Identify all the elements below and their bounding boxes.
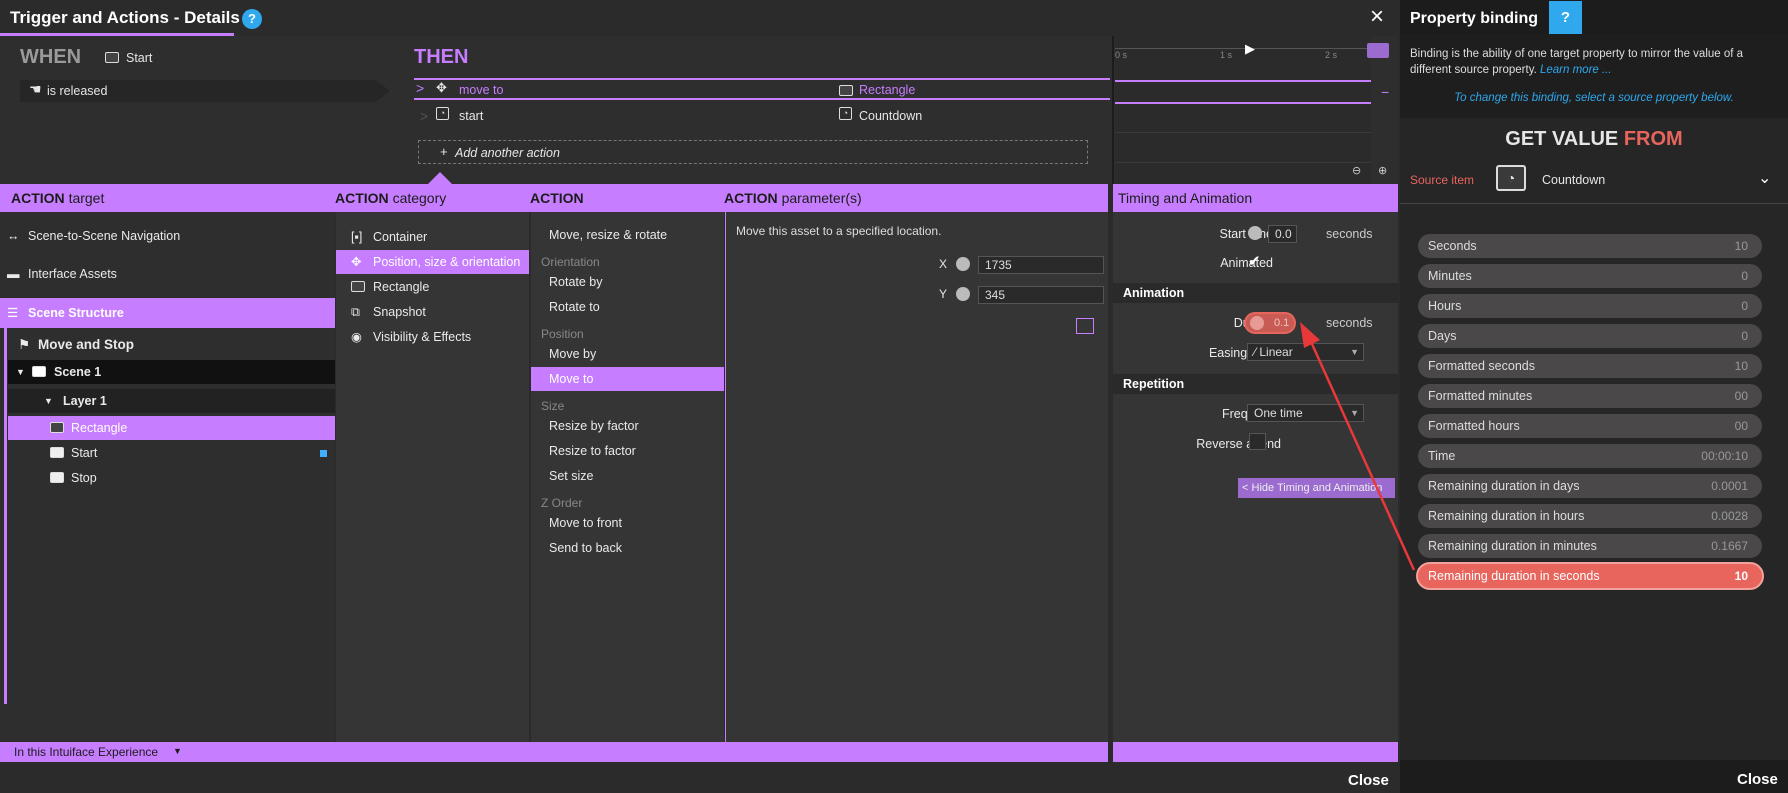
annotation-arrow <box>1300 322 1416 571</box>
arrow-head <box>1300 322 1320 348</box>
arrow-line <box>1310 343 1416 571</box>
